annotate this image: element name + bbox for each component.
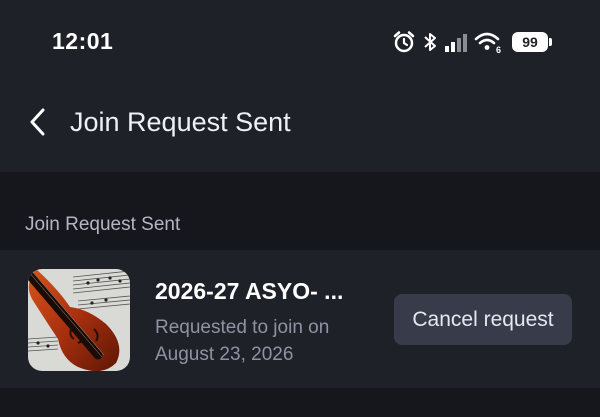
page-background (0, 388, 600, 417)
group-thumbnail (28, 269, 130, 371)
alarm-icon (392, 30, 416, 54)
join-request-item[interactable]: 2026-27 ASYO- ... Requested to join on A… (0, 250, 600, 388)
bluetooth-icon (422, 30, 438, 54)
status-icons: 6 99 (392, 28, 552, 56)
page-title: Join Request Sent (70, 107, 291, 137)
cancel-request-button[interactable]: Cancel request (394, 294, 572, 345)
back-button[interactable] (22, 102, 54, 146)
status-time: 12:01 (52, 28, 114, 54)
status-bar: 12:01 6 99 (0, 0, 600, 80)
battery-indicator: 99 (512, 32, 552, 52)
request-date-text: August 23, 2026 (155, 344, 294, 365)
chevron-left-icon (28, 107, 48, 142)
section-header: Join Request Sent (0, 172, 600, 250)
signal-icon (444, 31, 468, 53)
group-name: 2026-27 ASYO- ... (155, 278, 344, 304)
navigation-bar: Join Request Sent (0, 80, 600, 172)
wifi-icon: 6 (474, 30, 504, 54)
request-status-text: Requested to join on (155, 317, 330, 338)
wifi-6-badge: 6 (496, 45, 501, 54)
section-title: Join Request Sent (25, 214, 181, 235)
